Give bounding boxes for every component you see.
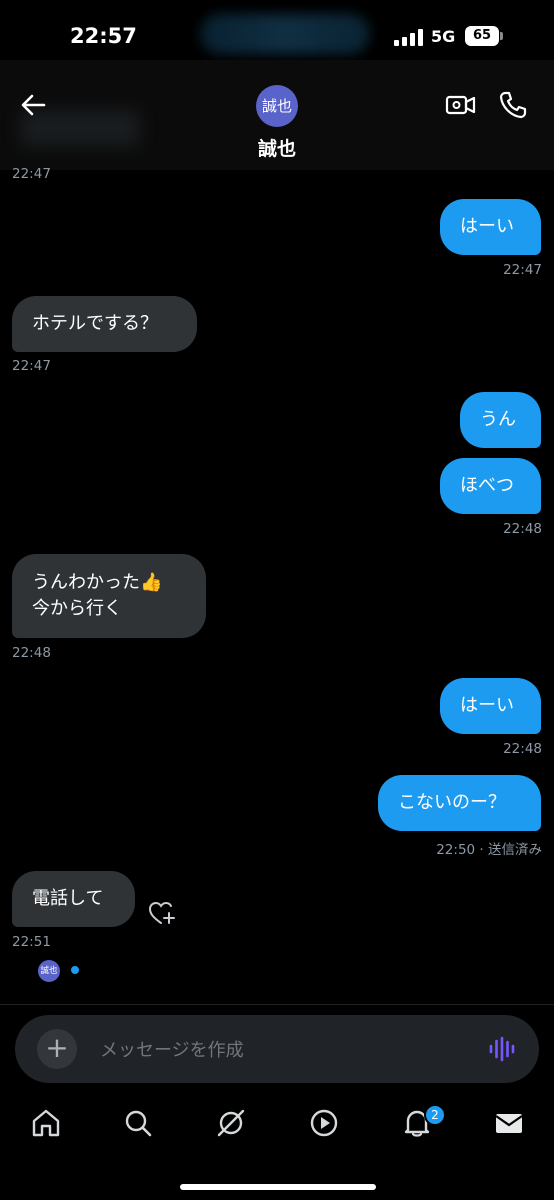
message-time: 22:48: [12, 645, 51, 661]
message-line: 今から行く: [32, 598, 122, 619]
outgoing-message[interactable]: うん: [460, 392, 541, 448]
notification-badge: 2: [424, 1104, 446, 1126]
blurred-status-pill: [200, 14, 370, 54]
add-reaction-heart-icon[interactable]: [147, 899, 177, 927]
status-time: 22:57: [70, 24, 137, 48]
contact-avatar[interactable]: 誠也: [256, 85, 298, 127]
mail-icon[interactable]: [492, 1106, 526, 1140]
battery-icon: 65: [465, 26, 499, 46]
read-receipt-avatar: 誠也: [38, 960, 60, 982]
grok-icon[interactable]: [214, 1106, 248, 1140]
divider: [0, 1004, 554, 1005]
search-icon[interactable]: [121, 1106, 155, 1140]
phone-call-icon[interactable]: [498, 90, 528, 120]
message-time: 22:51: [12, 934, 51, 950]
message-time: 22:47: [12, 358, 51, 374]
message-time: 22:47: [12, 166, 51, 182]
message-time-sent: 22:50 · 送信済み: [436, 842, 542, 858]
home-indicator: [180, 1184, 376, 1190]
message-time: 22:48: [503, 741, 542, 757]
outgoing-message[interactable]: はーい: [440, 678, 541, 734]
video-icon[interactable]: [307, 1106, 341, 1140]
outgoing-message[interactable]: こないのー？: [378, 775, 541, 831]
incoming-message[interactable]: ホテルでする？: [12, 296, 197, 352]
outgoing-message[interactable]: ほべつ: [440, 458, 541, 514]
message-input[interactable]: [100, 1036, 460, 1064]
back-arrow-icon[interactable]: [18, 90, 48, 120]
message-time: 22:47: [503, 262, 542, 278]
incoming-message[interactable]: 電話して: [12, 871, 135, 927]
add-media-button[interactable]: +: [37, 1029, 77, 1069]
home-icon[interactable]: [29, 1106, 63, 1140]
incoming-message[interactable]: うんわかった👍 今から行く: [12, 554, 206, 638]
voice-message-icon[interactable]: [488, 1036, 516, 1062]
video-call-icon[interactable]: [445, 92, 477, 118]
message-line: うんわかった👍: [32, 572, 163, 593]
outgoing-message[interactable]: はーい: [440, 199, 541, 255]
typing-indicator-dot: [71, 966, 79, 974]
battery-cap: [500, 32, 503, 40]
message-time: 22:48: [503, 521, 542, 537]
signal-strength-icon: [394, 28, 424, 46]
contact-name[interactable]: 誠也: [0, 134, 554, 161]
network-type: 5G: [431, 27, 456, 46]
